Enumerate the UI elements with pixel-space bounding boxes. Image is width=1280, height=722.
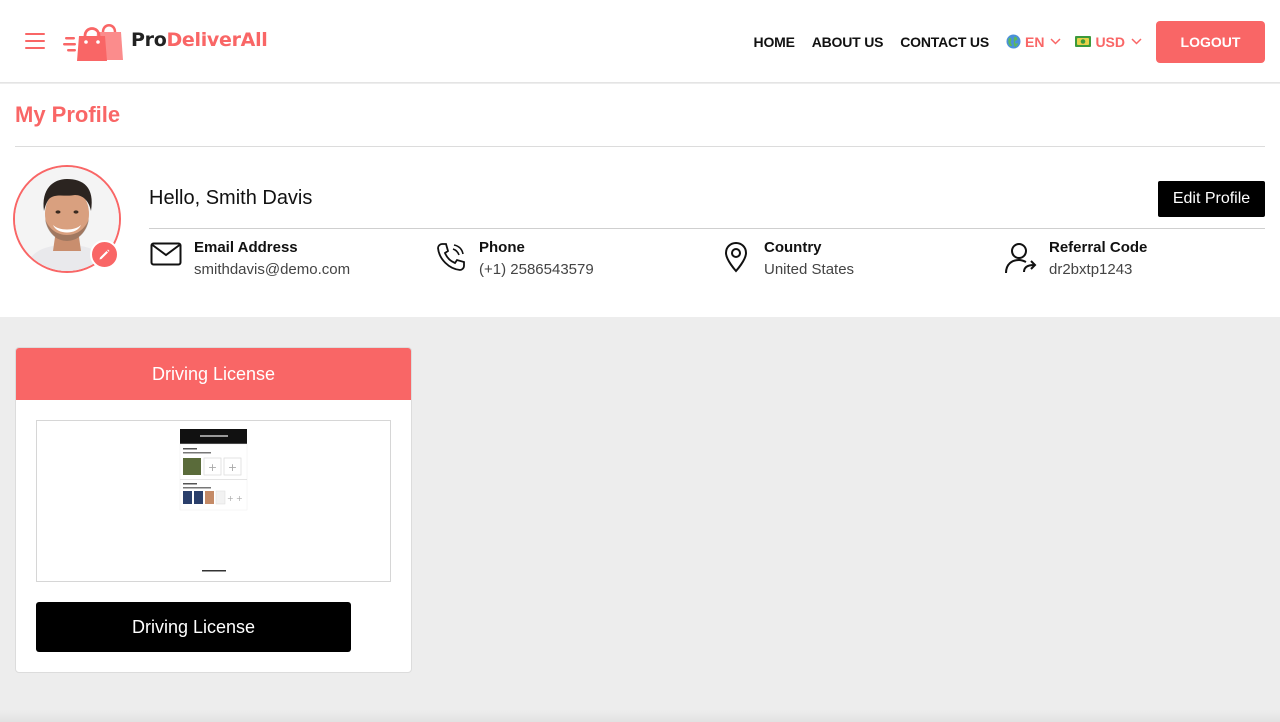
svg-text:+: + [227, 494, 234, 503]
driving-license-button[interactable]: Driving License [36, 602, 351, 652]
info-email: Email Address smithdavis@demo.com [149, 239, 350, 279]
greeting: Hello, Smith Davis [149, 187, 313, 209]
country-label: Country [764, 239, 822, 256]
country-value: United States [764, 261, 855, 278]
pencil-icon [99, 249, 110, 260]
logo-text-deliverall: DeliverAll [166, 29, 268, 51]
currency-selector[interactable]: USD [1075, 34, 1142, 50]
page-title: My Profile [15, 102, 121, 127]
svg-text:+: + [236, 494, 243, 503]
main-nav: HOME ABOUT US CONTACT US EN USD LOGOUT [754, 0, 1280, 83]
info-phone: Phone (+1) 2586543579 [434, 239, 594, 279]
document-thumbnail-icon: + + + + [179, 429, 248, 572]
nav-about-us[interactable]: ABOUT US [812, 34, 884, 50]
logo-text-pro: Pro [131, 29, 167, 51]
logo[interactable]: ProDeliverAll [63, 18, 268, 62]
top-header: ProDeliverAll HOME ABOUT US CONTACT US E… [0, 0, 1280, 83]
page-bottom-edge [0, 710, 1280, 722]
nav-home[interactable]: HOME [754, 34, 795, 50]
driving-license-card: Driving License + + + + Driving License [15, 347, 412, 673]
title-divider [15, 146, 1265, 147]
info-referral: Referral Code dr2bxtp1243 [1004, 239, 1147, 279]
currency-flag-icon [1075, 36, 1092, 47]
currency-label: USD [1095, 33, 1125, 50]
svg-text:+: + [228, 461, 237, 474]
hamburger-menu-icon[interactable] [25, 33, 45, 49]
mail-icon [149, 241, 183, 275]
avatar-edit-button[interactable] [90, 240, 119, 269]
shopping-bag-logo-icon [63, 24, 123, 61]
nav-contact-us[interactable]: CONTACT US [900, 34, 989, 50]
referral-value: dr2bxtp1243 [1049, 261, 1133, 278]
profile-section: My Profile Hello, Smith Davis Edit Profi… [0, 84, 1280, 317]
language-selector[interactable]: EN [1006, 34, 1061, 50]
user-share-icon [1004, 241, 1038, 275]
info-country: Country United States [719, 239, 854, 279]
language-label: EN [1024, 33, 1045, 50]
phone-value: (+1) 2586543579 [479, 261, 594, 278]
card-header: Driving License [16, 348, 411, 400]
referral-label: Referral Code [1049, 239, 1148, 256]
email-value: smithdavis@demo.com [194, 261, 351, 278]
edit-profile-button[interactable]: Edit Profile [1158, 181, 1265, 217]
document-preview[interactable]: + + + + [36, 420, 391, 582]
logout-button[interactable]: LOGOUT [1156, 20, 1265, 63]
phone-label: Phone [479, 239, 525, 256]
phone-icon [434, 241, 468, 275]
chevron-down-icon [1131, 38, 1142, 45]
svg-text:+: + [208, 461, 217, 474]
email-label: Email Address [194, 239, 298, 256]
globe-icon [1006, 34, 1021, 49]
info-divider [149, 228, 1265, 229]
location-pin-icon [719, 241, 753, 275]
logo-text: ProDeliverAll [131, 29, 268, 51]
chevron-down-icon [1050, 38, 1061, 45]
